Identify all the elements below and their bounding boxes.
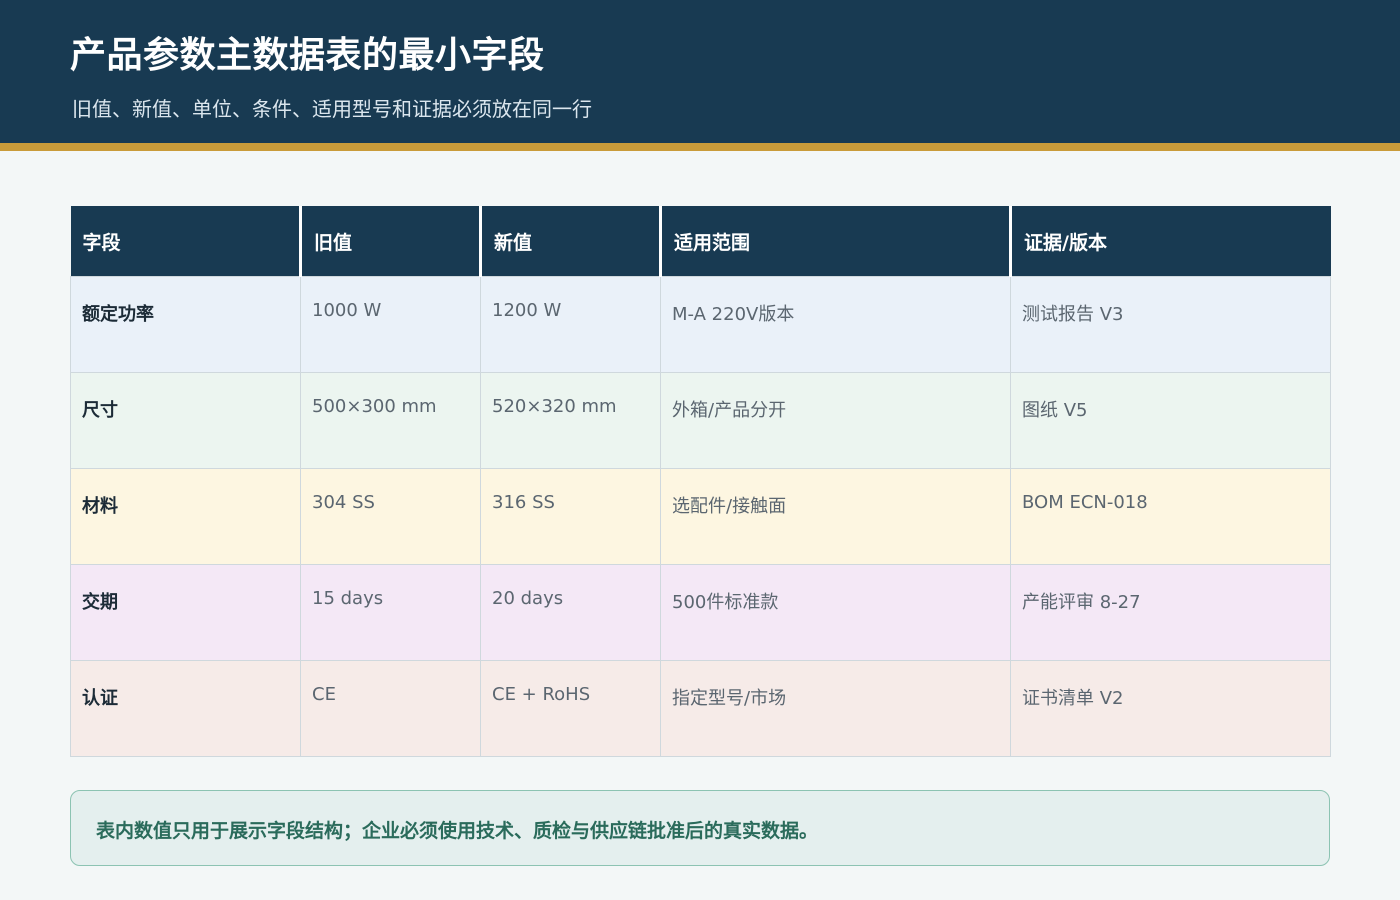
field-cell: 材料 — [70, 468, 301, 565]
field-cell: 认证 — [70, 660, 301, 757]
evidence-cell: BOM ECN-018 — [1010, 468, 1331, 565]
scope-cell: M-A 220V版本 — [660, 276, 1011, 373]
header-accent-stripe — [0, 143, 1400, 151]
field-cell: 额定功率 — [70, 276, 301, 373]
new-value-cell: CE + RoHS — [480, 660, 661, 757]
old-value-cell: 15 days — [300, 564, 481, 661]
table-row: 认证 CE CE + RoHS 指定型号/市场 证书清单 V2 — [70, 660, 1331, 757]
table-row: 交期 15 days 20 days 500件标准款 产能评审 8-27 — [70, 564, 1331, 661]
scope-cell: 选配件/接触面 — [660, 468, 1011, 565]
old-value-cell: 304 SS — [300, 468, 481, 565]
parameter-table: 字段 旧值 新值 适用范围 证据/版本 额定功率 1000 W 1200 W M… — [70, 206, 1331, 757]
page-header: 产品参数主数据表的最小字段 旧值、新值、单位、条件、适用型号和证据必须放在同一行 — [0, 0, 1400, 143]
old-value-cell: 1000 W — [300, 276, 481, 373]
table-row: 材料 304 SS 316 SS 选配件/接触面 BOM ECN-018 — [70, 468, 1331, 565]
old-value-cell: CE — [300, 660, 481, 757]
page-title: 产品参数主数据表的最小字段 — [70, 35, 545, 76]
column-header-new-value: 新值 — [479, 206, 661, 277]
scope-cell: 指定型号/市场 — [660, 660, 1011, 757]
scope-cell: 500件标准款 — [660, 564, 1011, 661]
new-value-cell: 316 SS — [480, 468, 661, 565]
table-row: 尺寸 500×300 mm 520×320 mm 外箱/产品分开 图纸 V5 — [70, 372, 1331, 469]
column-header-evidence-version: 证据/版本 — [1009, 206, 1331, 277]
new-value-cell: 1200 W — [480, 276, 661, 373]
disclaimer-note-text: 表内数值只用于展示字段结构；企业必须使用技术、质检与供应链批准后的真实数据。 — [96, 820, 819, 842]
column-header-old-value: 旧值 — [299, 206, 481, 277]
field-cell: 尺寸 — [70, 372, 301, 469]
disclaimer-note: 表内数值只用于展示字段结构；企业必须使用技术、质检与供应链批准后的真实数据。 — [70, 790, 1330, 866]
old-value-cell: 500×300 mm — [300, 372, 481, 469]
evidence-cell: 证书清单 V2 — [1010, 660, 1331, 757]
parameter-table-container: 字段 旧值 新值 适用范围 证据/版本 额定功率 1000 W 1200 W M… — [70, 206, 1331, 757]
evidence-cell: 产能评审 8-27 — [1010, 564, 1331, 661]
table-header-row: 字段 旧值 新值 适用范围 证据/版本 — [70, 206, 1331, 277]
new-value-cell: 520×320 mm — [480, 372, 661, 469]
evidence-cell: 图纸 V5 — [1010, 372, 1331, 469]
table-row: 额定功率 1000 W 1200 W M-A 220V版本 测试报告 V3 — [70, 276, 1331, 373]
evidence-cell: 测试报告 V3 — [1010, 276, 1331, 373]
column-header-scope: 适用范围 — [659, 206, 1011, 277]
scope-cell: 外箱/产品分开 — [660, 372, 1011, 469]
field-cell: 交期 — [70, 564, 301, 661]
new-value-cell: 20 days — [480, 564, 661, 661]
column-header-field: 字段 — [70, 206, 301, 277]
page-subtitle: 旧值、新值、单位、条件、适用型号和证据必须放在同一行 — [72, 97, 592, 121]
